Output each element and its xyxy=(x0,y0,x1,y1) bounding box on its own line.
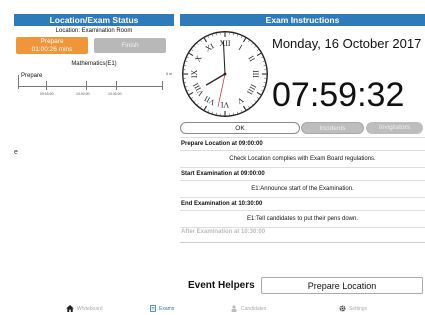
clock-numeral: IX xyxy=(190,70,199,79)
timeline-end-label: 5 m xyxy=(166,72,172,76)
timeline-tick xyxy=(46,81,47,90)
current-time: 07:59:32 xyxy=(272,76,405,114)
tab-exams[interactable]: Exams xyxy=(150,305,174,312)
instruction-title: Start Examination at 09:00:00 xyxy=(180,167,425,180)
instruction-body: Check Location complies with Exam Board … xyxy=(180,150,425,167)
invigilators-button[interactable]: Invigilators xyxy=(366,122,423,134)
clock-numeral: III xyxy=(251,70,260,78)
clock-numeral: VI xyxy=(220,100,229,109)
finish-button[interactable]: Finish xyxy=(94,38,166,53)
prepare-location-button[interactable]: Prepare Location xyxy=(261,277,423,294)
timeline-label: Prepare xyxy=(21,73,43,79)
event-helpers: Event Helpers Prepare Location xyxy=(180,275,425,297)
instruction-body: E1:Announce start of the Examination. xyxy=(180,180,425,197)
clock-numeral: XII xyxy=(220,39,231,48)
status-buttons: Prepare 01:00:26 mins Finish xyxy=(14,37,174,54)
event-helpers-label: Event Helpers xyxy=(188,280,255,291)
tab-label: Exams xyxy=(159,305,175,312)
action-buttons: OK Incidents Invigilators xyxy=(180,122,425,135)
location-status-header: Location/Exam Status xyxy=(14,14,174,26)
home-icon xyxy=(66,305,74,312)
location-label: Location: Examination Room xyxy=(55,28,133,34)
instruction-title: End Examination at 10:30:00 xyxy=(180,197,425,210)
partial-text: e xyxy=(14,149,18,156)
instruction-body: E1:Tell candidates to put their pens dow… xyxy=(180,210,425,227)
timeline-tick-label: 09:00:00 xyxy=(40,92,54,96)
timeline-tick xyxy=(162,81,163,90)
timeline-tick xyxy=(86,81,87,90)
tab-bar: Whiteboard Exams Candidates Settings xyxy=(14,303,425,315)
clock-center xyxy=(223,72,227,76)
tab-settings[interactable]: Settings xyxy=(339,305,367,312)
timeline-axis xyxy=(18,86,162,87)
prepare-countdown: 01:00:26 mins xyxy=(31,46,73,53)
exams-icon xyxy=(150,305,156,312)
ok-button[interactable]: OK xyxy=(180,122,300,134)
prepare-button[interactable]: Prepare 01:00:26 mins xyxy=(16,37,88,54)
exam-instructions-panel: Exam Instructions XII I II III IIII V VI VII VII… xyxy=(180,14,425,296)
exam-timeline: Prepare 5 m 09:00:00 10:00:00 10:30:00 xyxy=(16,67,172,97)
tab-label: Candidates xyxy=(241,305,267,312)
exam-instructions-header: Exam Instructions xyxy=(180,14,425,26)
location-status-panel: Location/Exam Status Location: Examinati… xyxy=(14,14,174,296)
prepare-button-label: Prepare xyxy=(40,38,64,45)
timeline-tick xyxy=(116,81,117,90)
instruction-title: After Examination at 10:30:00 xyxy=(180,227,425,236)
candidates-icon xyxy=(231,305,237,312)
tab-whiteboard[interactable]: Whiteboard xyxy=(66,305,103,312)
analog-clock: XII IIIIIIIIIIVVIVIIVIIIIXXXI xyxy=(182,31,268,117)
timeline-tick-label: 10:00:00 xyxy=(76,92,90,96)
tab-label: Whiteboard xyxy=(77,305,103,312)
tab-candidates[interactable]: Candidates xyxy=(230,305,266,312)
current-date: Monday, 16 October 2017 xyxy=(272,36,422,51)
timeline-tick-label: 10:30:00 xyxy=(108,92,122,96)
gear-icon xyxy=(339,305,346,312)
incidents-button[interactable]: Incidents xyxy=(301,122,364,134)
tab-label: Settings xyxy=(349,305,368,312)
instruction-title: Prepare Location at 09:00:00 xyxy=(180,137,425,150)
instructions-list[interactable]: Prepare Location at 09:00:00 Check Locat… xyxy=(180,137,425,243)
